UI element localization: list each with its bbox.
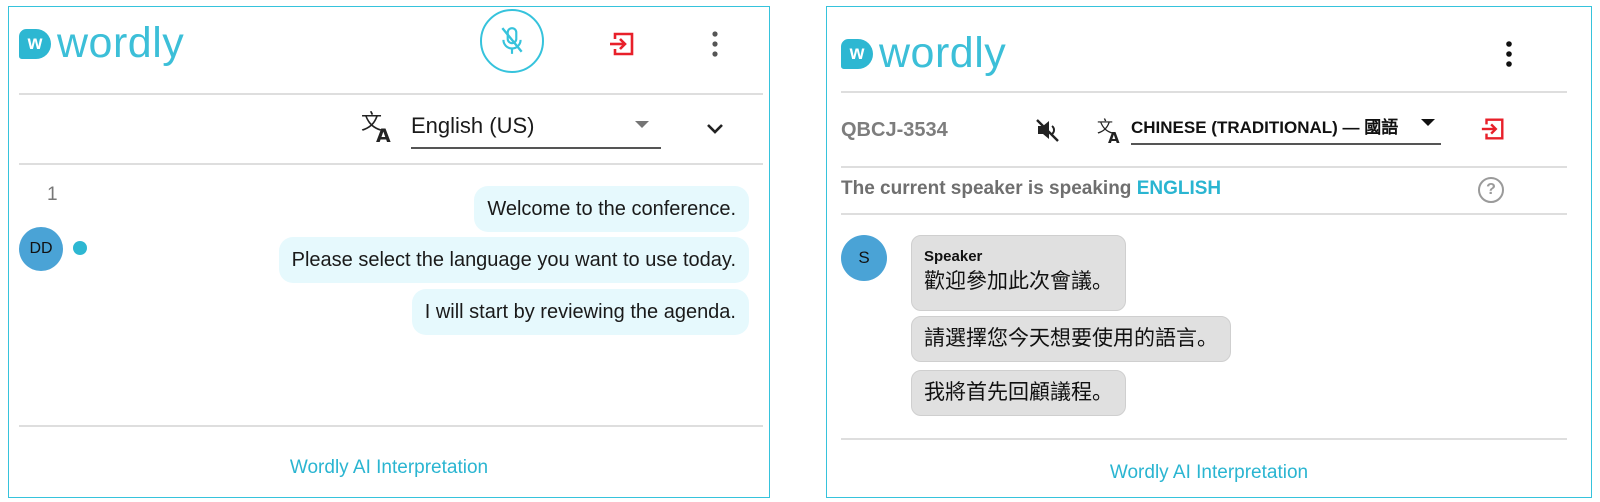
message-bubble: Welcome to the conference. [474,186,749,232]
caret-down-icon [1421,119,1435,126]
mic-off-icon [501,27,523,54]
message-number: 1 [47,184,58,205]
language-select-value: CHINESE (TRADITIONAL) — 國語 [1131,118,1399,137]
footer-link[interactable]: Wordly AI Interpretation [827,462,1591,484]
exit-icon [610,32,634,56]
language-select[interactable]: CHINESE (TRADITIONAL) — 國語 [1131,111,1441,145]
mic-off-button[interactable] [480,9,544,73]
speaker-initial: S [858,248,870,267]
message-bubble: I will start by reviewing the agenda. [411,289,749,335]
svg-text:A: A [1108,129,1120,145]
speaker-muted-icon [1036,119,1059,142]
translate-icon: 文 A [361,110,391,144]
speaking-status-prefix: The current speaker is speaking [841,178,1132,199]
collapse-button[interactable] [701,117,729,141]
logo-text: wordly [57,19,185,67]
audio-mute-button[interactable] [1033,115,1063,145]
language-select-underline [411,147,661,149]
message-bubble: Please select the language you want to u… [278,237,749,283]
more-menu-button[interactable] [1497,37,1521,71]
language-select[interactable]: English (US) [411,111,661,147]
footer-divider [19,425,763,427]
footer-divider [841,438,1567,440]
speaker-avatar: S [841,235,887,281]
logo-letter: w [849,43,865,64]
message-text: 歡迎參加此次會議。 [924,270,1113,293]
logo-text: wordly [879,29,1007,77]
logo-badge: w [19,28,51,59]
header-divider [841,91,1567,93]
speaker-label: Speaker [924,248,983,265]
speaker-initials: DD [29,240,53,257]
status-divider [841,213,1567,215]
message-bubble: 請選擇您今天想要使用的語言。 [911,316,1231,362]
left-panel: w wordly 文 A English (US) 1 DD Welcome t… [8,6,770,498]
more-menu-button[interactable] [703,27,727,61]
language-select-underline [1131,143,1441,145]
session-divider [841,166,1567,168]
chevron-down-icon [707,124,723,134]
speaker-active-dot [73,241,87,255]
exit-icon [1481,118,1504,140]
language-divider [19,163,763,165]
logo-letter: w [27,33,43,54]
translate-icon: 文 A [1097,117,1120,145]
speaking-status: The current speaker is speaking ENGLISH [841,178,1221,200]
wordly-logo: w wordly [19,22,184,65]
header-divider [19,93,763,95]
speaker-avatar: DD [19,227,63,271]
session-code: QBCJ-3534 [841,119,948,141]
more-vert-icon [712,31,718,57]
more-vert-icon [1506,41,1512,67]
speaking-status-language: ENGLISH [1136,178,1222,199]
language-select-value: English (US) [411,113,535,138]
exit-button[interactable] [1477,113,1509,145]
footer-link[interactable]: Wordly AI Interpretation [9,457,769,479]
help-icon: ? [1486,181,1496,198]
message-bubble: Speaker 歡迎參加此次會議。 [911,235,1126,311]
right-panel: w wordly QBCJ-3534 文 A CHINESE (TRADITIO… [826,6,1592,498]
message-bubble: 我將首先回顧議程。 [911,370,1126,416]
help-button[interactable]: ? [1478,177,1504,203]
caret-down-icon [635,121,649,128]
wordly-logo: w wordly [841,32,1006,75]
exit-button[interactable] [605,27,639,61]
logo-badge: w [841,38,873,69]
svg-text:A: A [376,125,391,144]
